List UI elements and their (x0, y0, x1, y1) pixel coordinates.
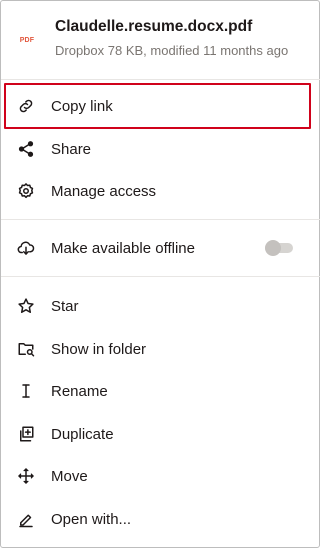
text-cursor-icon (17, 382, 35, 400)
make-offline-label: Make available offline (51, 239, 195, 257)
rename-label: Rename (51, 382, 108, 400)
star-item[interactable]: Star (1, 285, 320, 327)
divider (1, 79, 320, 80)
folder-search-icon (17, 340, 35, 358)
duplicate-label: Duplicate (51, 425, 114, 443)
rename-item[interactable]: Rename (1, 370, 320, 412)
move-item[interactable]: Move (1, 455, 320, 497)
file-header: PDF Claudelle.resume.docx.pdf Dropbox 78… (1, 1, 320, 79)
manage-access-label: Manage access (51, 182, 157, 200)
bottom-sheet: PDF Claudelle.resume.docx.pdf Dropbox 78… (0, 0, 320, 548)
pdf-file-icon: PDF (13, 21, 41, 59)
manage-access-item[interactable]: Manage access (1, 170, 320, 212)
star-label: Star (51, 297, 79, 315)
move-arrows-icon (17, 467, 35, 485)
star-icon (17, 297, 35, 315)
file-name: Claudelle.resume.docx.pdf (55, 18, 253, 35)
highlight-box (4, 83, 311, 129)
show-in-folder-item[interactable]: Show in folder (1, 328, 320, 370)
share-label: Share (51, 140, 92, 158)
divider (1, 276, 320, 277)
toggle-knob (265, 240, 281, 256)
open-with-label: Open with... (51, 510, 132, 528)
move-label: Move (51, 467, 88, 485)
gear-icon (17, 182, 35, 200)
offline-toggle[interactable] (265, 240, 293, 256)
duplicate-item[interactable]: Duplicate (1, 413, 320, 455)
share-icon (17, 140, 35, 158)
cloud-download-icon (17, 239, 35, 257)
open-with-item[interactable]: Open with... (1, 498, 320, 540)
duplicate-icon (17, 425, 35, 443)
share-item[interactable]: Share (1, 128, 320, 170)
divider (1, 219, 320, 220)
pencil-icon (17, 510, 35, 528)
pdf-icon-label: PDF (19, 36, 35, 44)
show-in-folder-label: Show in folder (51, 340, 147, 358)
file-meta: Dropbox 78 KB, modified 11 months ago (55, 43, 289, 58)
